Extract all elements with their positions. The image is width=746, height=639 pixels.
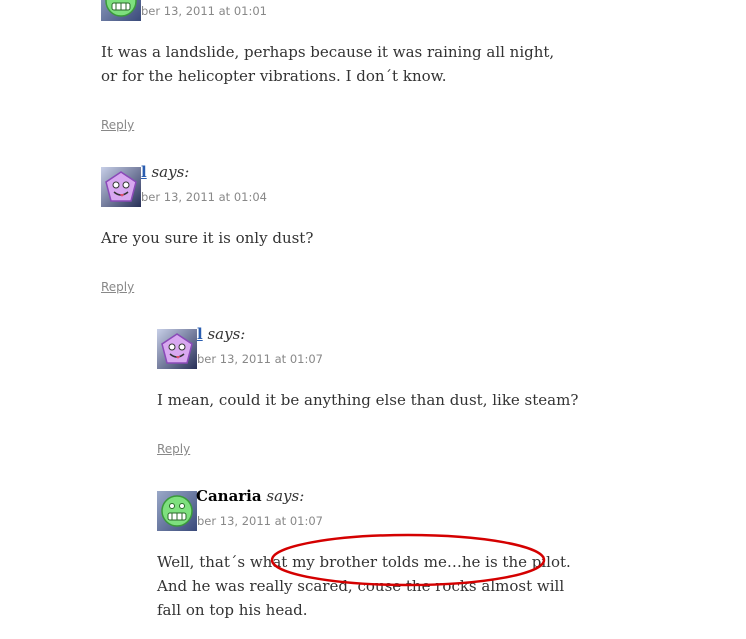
reply-link[interactable]: Reply [101, 280, 134, 294]
avatar [157, 329, 197, 369]
comment-date[interactable]: ber 13, 2011 at 01:04 [141, 190, 267, 204]
reply-link[interactable]: Reply [101, 118, 134, 132]
comment-body: I mean, could it be anything else than d… [157, 391, 579, 409]
comment-date[interactable]: ber 13, 2011 at 01:07 [197, 352, 323, 366]
comment-author-line: l says: [197, 325, 245, 343]
avatar [101, 167, 141, 207]
purple-pentagon-icon [101, 167, 141, 207]
comment-body: It was a landslide, perhaps because it w… [101, 43, 555, 85]
author-link[interactable]: l [197, 325, 203, 343]
says-label: says: [266, 487, 305, 505]
avatar [101, 0, 141, 21]
avatar [157, 491, 197, 531]
author-link[interactable]: l [141, 163, 147, 181]
comment-body: Are you sure it is only dust? [101, 229, 314, 247]
author-name: Canaria [196, 487, 262, 505]
purple-pentagon-icon [157, 329, 197, 369]
says-label: says: [207, 325, 246, 343]
comment-body: Well, that´s what my brother tolds me…he… [157, 553, 571, 619]
comment-date[interactable]: ber 13, 2011 at 01:07 [197, 514, 323, 528]
comment-author-line: l says: [141, 163, 189, 181]
green-smiley-icon [157, 491, 197, 531]
comment-date[interactable]: ber 13, 2011 at 01:01 [141, 4, 267, 18]
comment-author-line: Canaria says: [196, 487, 304, 505]
green-smiley-icon [101, 0, 141, 21]
reply-link[interactable]: Reply [157, 442, 190, 456]
says-label: says: [151, 163, 190, 181]
